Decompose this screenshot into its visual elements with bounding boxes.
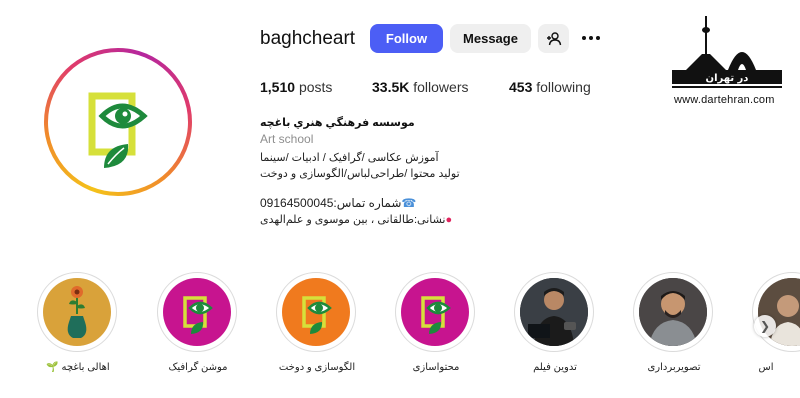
highlight-ring	[514, 272, 594, 352]
tehran-skyline-icon: در تهران	[672, 16, 782, 88]
chevron-right-icon[interactable]: ❯	[754, 315, 776, 337]
highlight-item[interactable]: تصویربرداری	[633, 272, 715, 373]
highlight-label: اهالی باغچه 🌱	[46, 362, 110, 373]
message-button[interactable]: Message	[450, 24, 531, 53]
add-user-icon	[546, 31, 561, 45]
highlight-ring	[633, 272, 713, 352]
baghche-logo-icon	[282, 278, 350, 346]
posts-count: 1,510	[260, 79, 296, 95]
person-smiling-photo	[639, 278, 707, 346]
highlight-label: الگوسازی و دوخت	[278, 362, 356, 373]
highlight-item[interactable]: موشن گرافیک	[157, 272, 239, 373]
highlight-item[interactable]: اهالی باغچه 🌱	[37, 272, 119, 373]
posts-stat: 1,510 posts	[260, 79, 332, 95]
highlight-item[interactable]: تدوین فیلم	[514, 272, 596, 373]
more-options-icon[interactable]	[580, 30, 602, 46]
highlight-ring	[37, 272, 117, 352]
avatar-logo	[52, 56, 184, 188]
baghche-logo-icon	[163, 278, 231, 346]
highlight-label: تصویربرداری	[647, 362, 701, 373]
watermark-url: www.dartehran.com	[674, 94, 775, 106]
highlight-label: موشن گرافیک	[168, 362, 228, 373]
profile-username: baghcheart	[260, 28, 356, 49]
bio-address: نشانی:طالقانی ، بین موسوی و علم‌الهدی●	[260, 213, 452, 226]
baghche-logo-icon	[401, 278, 469, 346]
highlight-item[interactable]: اس	[752, 272, 800, 373]
following-stat[interactable]: 453 following	[509, 79, 591, 95]
phone-icon: ☎	[401, 196, 417, 210]
bio-line-1: آموزش عکاسی /گرافیک / ادبیات /سینما	[260, 152, 439, 164]
bio-address-text: نشانی:طالقانی ، بین موسوی و علم‌الهدی	[260, 214, 446, 226]
highlight-item[interactable]: محتواسازی	[395, 272, 477, 373]
baghche-logo-icon	[88, 92, 148, 168]
vase-flower-icon	[43, 278, 111, 346]
highlight-ring	[395, 272, 475, 352]
following-label: following	[536, 79, 591, 95]
highlight-label: تدوین فیلم	[533, 362, 577, 373]
highlight-item[interactable]: الگوسازی و دوخت	[276, 272, 358, 373]
avatar-inner	[48, 52, 188, 192]
highlight-label: اس	[758, 362, 774, 373]
followers-label: followers	[413, 79, 469, 95]
bio-phone-text: 09164500045:شماره تماس	[260, 196, 402, 210]
profile-avatar[interactable]	[44, 48, 192, 196]
bio-line-2: تولید محتوا /طراحی‌لباس/الگوسازی و دوخت	[260, 168, 460, 180]
follow-button[interactable]: Follow	[370, 24, 443, 53]
followers-count: 33.5K	[372, 79, 410, 95]
pin-icon: ●	[445, 214, 453, 226]
highlight-ring	[157, 272, 237, 352]
highlight-ring	[276, 272, 356, 352]
following-count: 453	[509, 79, 533, 95]
bio-phone: 09164500045:شماره تماس☎	[260, 196, 416, 210]
suggest-users-button[interactable]	[538, 24, 569, 53]
bio-category: Art school	[260, 132, 314, 146]
watermark-logo-text: در تهران	[706, 73, 749, 84]
person-editing-photo	[520, 278, 588, 346]
highlight-label: محتواسازی	[412, 362, 460, 373]
highlight-ring	[752, 272, 800, 352]
posts-label: posts	[298, 79, 333, 95]
bio-full-name: موسسه فرهنگي هنري باغچه	[260, 117, 415, 129]
followers-stat[interactable]: 33.5K followers	[372, 79, 469, 95]
